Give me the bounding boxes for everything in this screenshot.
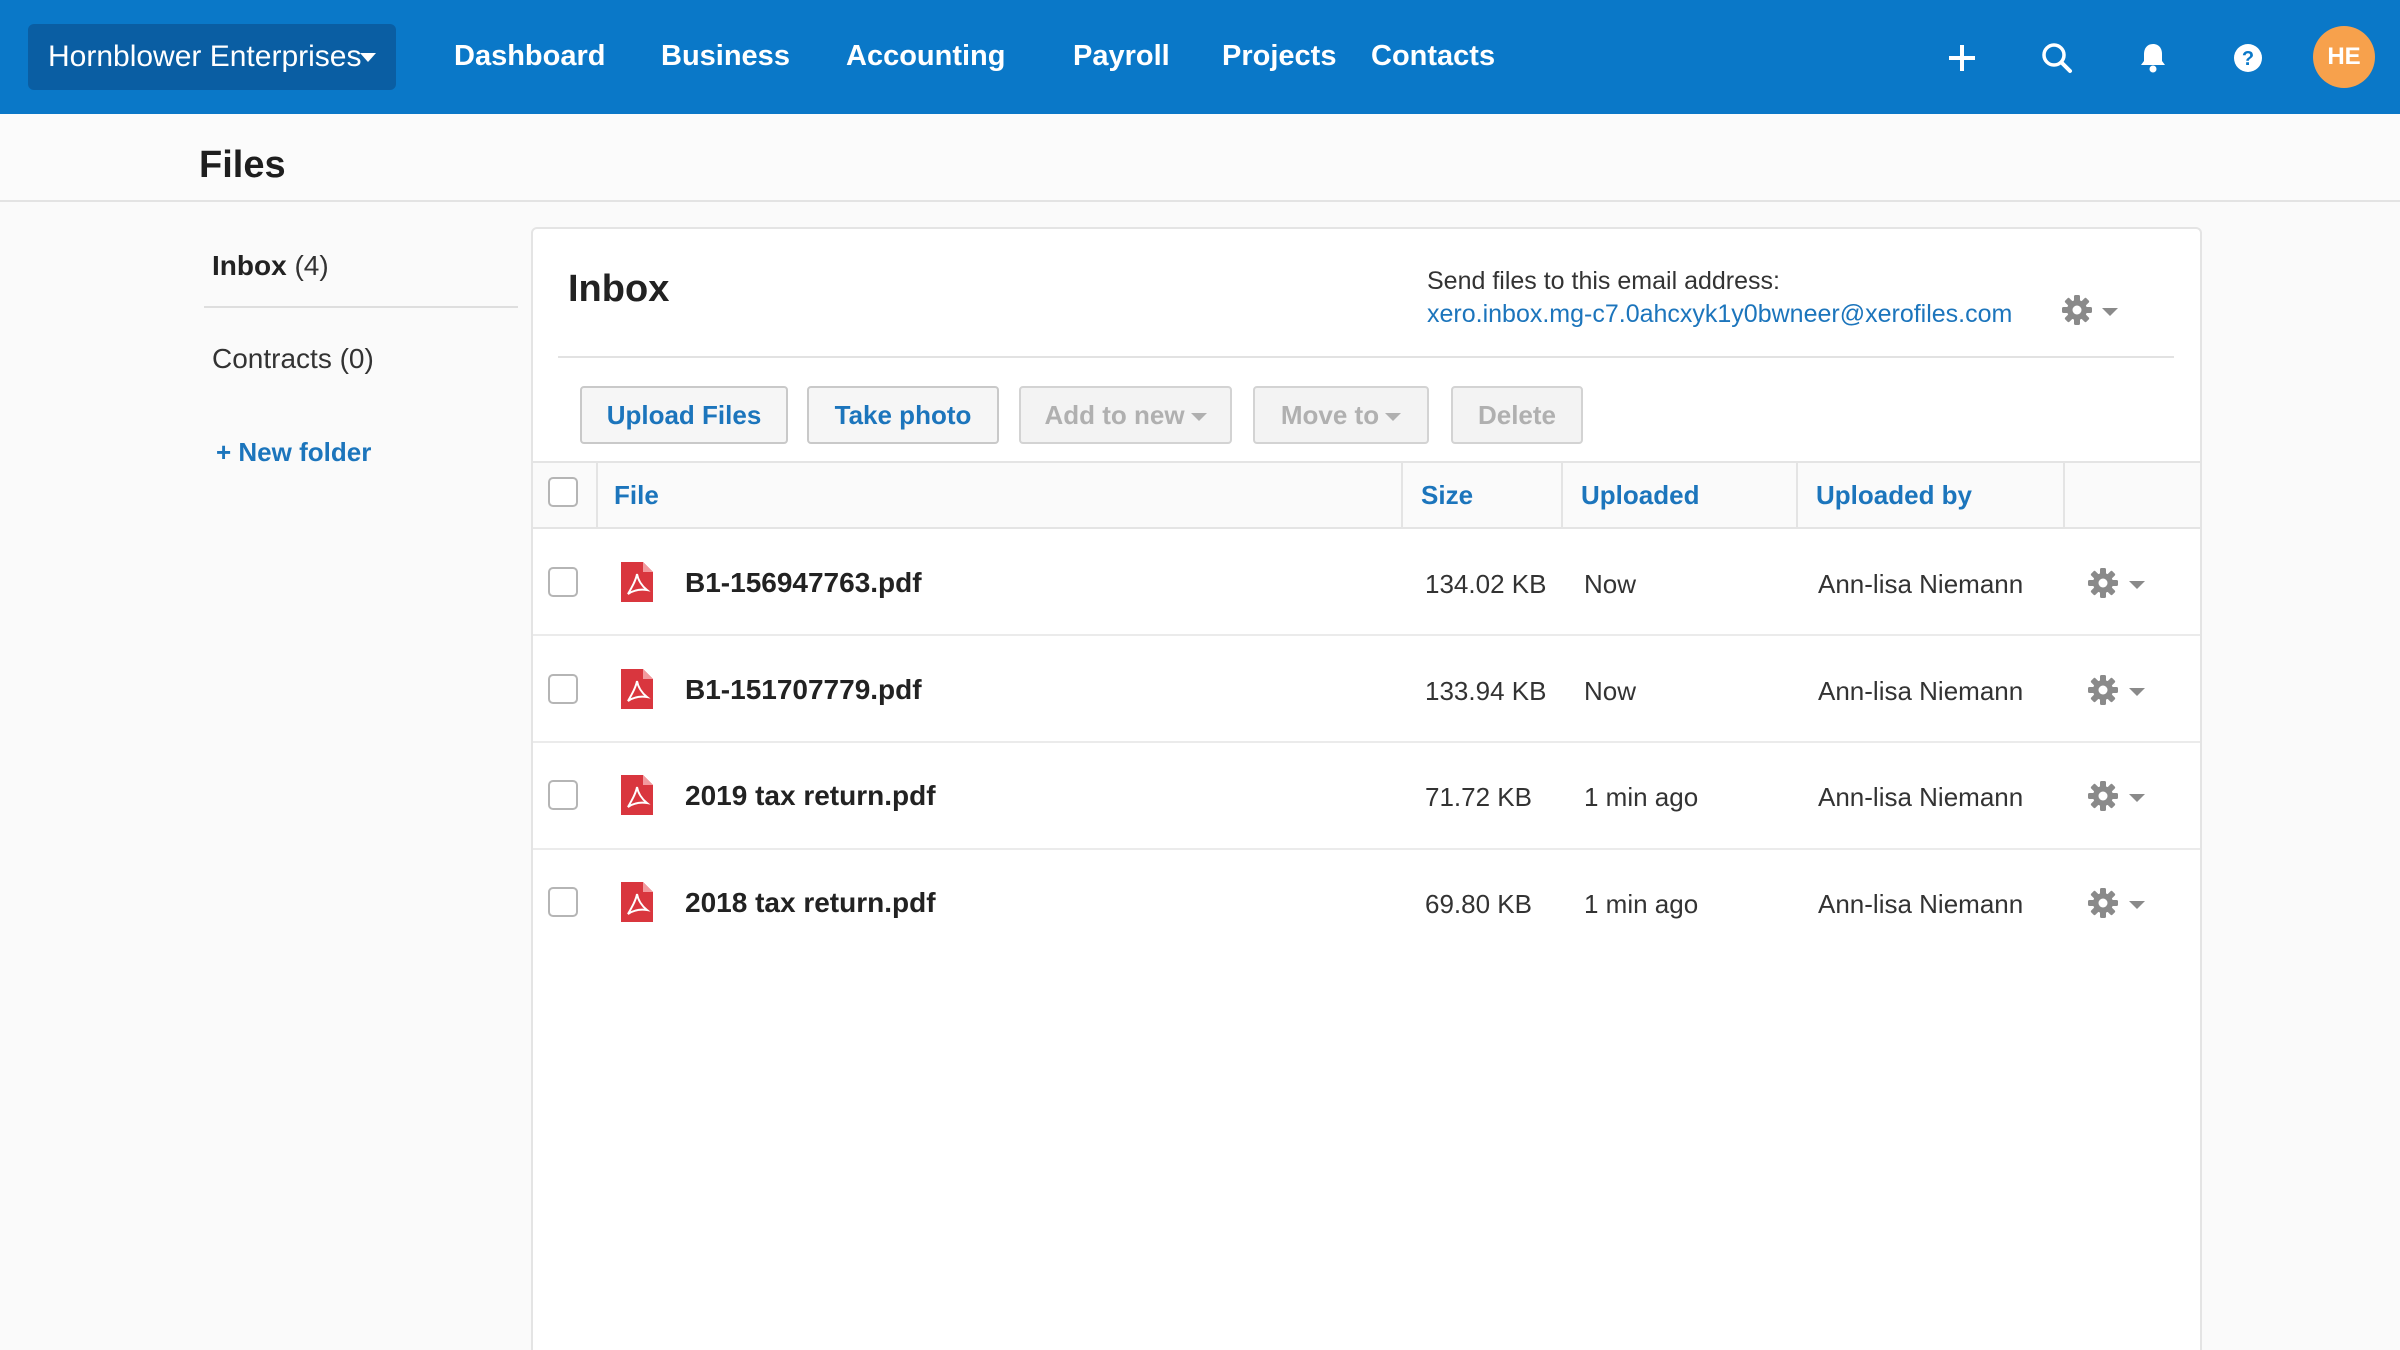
svg-text:?: ? [2242,48,2254,70]
row-gear-icon[interactable] [2086,566,2120,600]
inbox-email-link[interactable]: xero.inbox.mg-c7.0ahcxyk1y0bwneer@xerofi… [1427,300,2012,329]
add-to-new-button[interactable]: Add to new [1019,386,1232,444]
help-icon[interactable]: ? [2228,38,2268,78]
chevron-down-icon[interactable] [2102,308,2118,316]
uploaded-time: 1 min ago [1584,782,1699,812]
folder-count: (0) [339,343,374,374]
file-size: 134.02 KB [1425,569,1547,599]
plus-icon[interactable] [1942,38,1982,78]
uploaded-time: 1 min ago [1584,889,1699,919]
uploaded-time: Now [1584,569,1637,599]
column-separator [1401,463,1403,527]
select-all-checkbox[interactable] [548,477,578,507]
nav-accounting[interactable]: Accounting [846,40,1006,73]
folder-name: Inbox [212,250,287,281]
file-name-link[interactable]: B1-156947763.pdf [685,567,922,599]
column-header-uploaded-by[interactable]: Uploaded by [1816,480,1972,511]
search-icon[interactable] [2037,38,2077,78]
file-size: 69.80 KB [1425,889,1532,919]
column-header-file[interactable]: File [614,480,659,511]
row-checkbox[interactable] [548,780,578,810]
row-checkbox[interactable] [548,887,578,917]
nav-projects[interactable]: Projects [1222,40,1336,73]
row-checkbox[interactable] [548,567,578,597]
file-name-link[interactable]: 2019 tax return.pdf [685,780,936,812]
move-to-label: Move to [1280,400,1380,430]
move-to-button[interactable]: Move to [1253,386,1429,444]
chevron-down-icon[interactable] [2129,794,2145,802]
nav-contacts[interactable]: Contacts [1371,40,1495,73]
column-separator [1796,463,1798,527]
page-title: Files [199,144,286,186]
folder-name: Contracts [212,343,332,374]
pdf-file-icon [621,562,653,602]
row-checkbox[interactable] [548,674,578,704]
delete-button[interactable]: Delete [1451,386,1583,444]
column-separator [596,463,598,527]
avatar[interactable]: HE [2313,26,2375,88]
chevron-down-icon [1190,413,1207,422]
nav-business[interactable]: Business [661,40,790,73]
uploaded-by: Ann-lisa Niemann [1818,782,2024,812]
uploaded-time: Now [1584,676,1637,706]
folder-count: (4) [294,250,329,281]
row-gear-icon[interactable] [2086,673,2120,707]
chevron-down-icon[interactable] [2129,688,2145,696]
file-name-link[interactable]: B1-151707779.pdf [685,674,922,706]
pdf-file-icon [621,775,653,815]
column-header-size[interactable]: Size [1421,480,1473,511]
file-name-link[interactable]: 2018 tax return.pdf [685,887,936,919]
sidebar-item-inbox[interactable]: Inbox (4) [212,250,329,282]
chevron-down-icon [1385,413,1402,422]
panel-divider [558,356,2174,358]
file-size: 71.72 KB [1425,782,1532,812]
upload-files-button[interactable]: Upload Files [580,386,788,444]
pdf-file-icon [621,882,653,922]
column-header-uploaded[interactable]: Uploaded [1581,480,1699,511]
organization-name: Hornblower Enterprises [48,40,362,73]
add-to-new-label: Add to new [1044,400,1185,430]
bell-icon[interactable] [2133,38,2173,78]
organization-switcher[interactable]: Hornblower Enterprises [28,24,396,90]
chevron-down-icon[interactable] [2129,901,2145,909]
row-gear-icon[interactable] [2086,886,2120,920]
nav-payroll[interactable]: Payroll [1073,40,1170,73]
inbox-settings-gear-icon[interactable] [2060,293,2094,327]
inbox-title: Inbox [568,268,670,310]
row-gear-icon[interactable] [2086,779,2120,813]
top-navigation-bar: Hornblower Enterprises Dashboard Busines… [0,0,2400,114]
page-header: Files [0,114,2400,202]
nav-dashboard[interactable]: Dashboard [454,40,605,73]
new-folder-link[interactable]: + New folder [216,437,371,468]
uploaded-by: Ann-lisa Niemann [1818,889,2024,919]
sidebar-item-contracts[interactable]: Contracts (0) [212,343,374,375]
send-files-label: Send files to this email address: [1427,267,1780,295]
column-separator [1561,463,1563,527]
pdf-file-icon [621,669,653,709]
uploaded-by: Ann-lisa Niemann [1818,569,2024,599]
chevron-down-icon[interactable] [2129,581,2145,589]
column-separator [2063,463,2065,527]
sidebar-divider [204,306,518,308]
chevron-down-icon [360,53,376,62]
uploaded-by: Ann-lisa Niemann [1818,676,2024,706]
file-size: 133.94 KB [1425,676,1547,706]
take-photo-button[interactable]: Take photo [807,386,999,444]
